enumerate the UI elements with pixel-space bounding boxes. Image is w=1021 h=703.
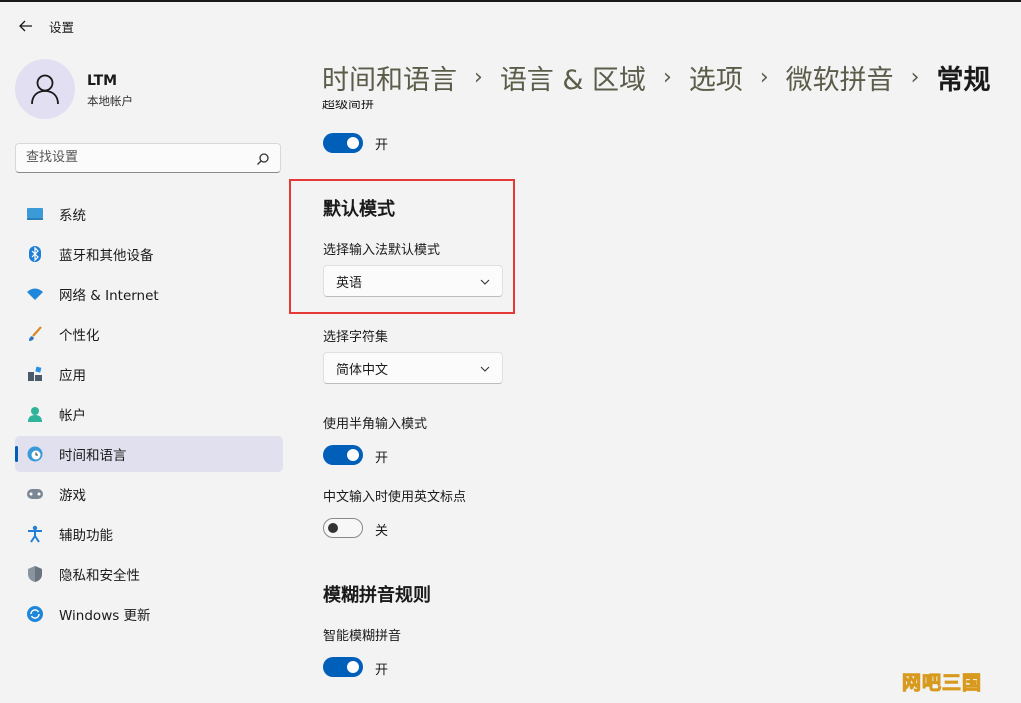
sidebar-item-label: 辅助功能 — [59, 528, 113, 544]
clipped-setting-text: 超级简拼 — [322, 100, 375, 112]
sidebar-item-privacy[interactable]: 隐私和安全性 — [15, 556, 283, 592]
apps-icon — [25, 364, 45, 384]
sidebar-item-label: 蓝牙和其他设备 — [59, 248, 154, 264]
avatar[interactable] — [15, 59, 75, 119]
system-icon — [25, 204, 45, 224]
smart-fuzzy-toggle[interactable] — [323, 657, 363, 677]
sidebar-item-label: 应用 — [59, 368, 86, 384]
app-title: 设置 — [49, 19, 75, 35]
sidebar-item-windows-update[interactable]: Windows 更新 — [15, 596, 283, 632]
smart-fuzzy-label: 智能模糊拼音 — [323, 629, 402, 644]
half-width-label: 使用半角输入模式 — [323, 417, 428, 432]
back-arrow-icon[interactable] — [16, 16, 36, 36]
superjianpin-state: 开 — [375, 138, 389, 153]
sidebar-item-system[interactable]: 系统 — [15, 196, 283, 232]
sidebar-item-label: Windows 更新 — [59, 608, 151, 624]
sidebar-item-bluetooth[interactable]: 蓝牙和其他设备 — [15, 236, 283, 272]
sidebar-item-label: 帐户 — [59, 408, 86, 424]
superjianpin-toggle[interactable] — [323, 133, 363, 153]
shield-icon — [25, 564, 45, 584]
sidebar-item-network[interactable]: 网络 & Internet — [15, 276, 283, 312]
highlight-box — [289, 179, 515, 314]
watermark-logo: 网吧三国 — [901, 672, 983, 695]
breadcrumb-item[interactable]: 语言 & 区域 — [500, 58, 646, 97]
search-box[interactable] — [15, 143, 281, 173]
breadcrumb-separator: › — [474, 65, 483, 90]
chevron-down-icon — [480, 361, 490, 376]
sidebar-item-label: 时间和语言 — [59, 448, 127, 464]
charset-dropdown[interactable]: 简体中文 — [323, 352, 503, 384]
user-name: LTM — [87, 73, 118, 89]
sidebar-nav: 系统 蓝牙和其他设备 网络 & Internet 个性化 应用 帐户 时间和语言… — [15, 196, 283, 636]
breadcrumb-item[interactable]: 微软拼音 — [786, 58, 894, 97]
sidebar-item-accounts[interactable]: 帐户 — [15, 396, 283, 432]
sidebar-item-gaming[interactable]: 游戏 — [15, 476, 283, 512]
breadcrumb: 时间和语言 › 语言 & 区域 › 选项 › 微软拼音 › 常规 — [322, 58, 990, 97]
sidebar-item-personalization[interactable]: 个性化 — [15, 316, 283, 352]
gamepad-icon — [25, 484, 45, 504]
brush-icon — [25, 324, 45, 344]
breadcrumb-separator: › — [759, 65, 769, 90]
window-top-border — [0, 0, 1021, 2]
sidebar-item-label: 游戏 — [59, 488, 86, 504]
sidebar-item-label: 个性化 — [59, 328, 100, 344]
bluetooth-icon — [25, 244, 45, 264]
half-width-state: 开 — [375, 451, 389, 466]
breadcrumb-item[interactable]: 时间和语言 — [322, 58, 457, 97]
sidebar-item-label: 系统 — [59, 208, 86, 224]
english-punct-toggle[interactable] — [323, 518, 363, 538]
sidebar-item-label: 网络 & Internet — [59, 288, 159, 304]
breadcrumb-item[interactable]: 选项 — [689, 58, 743, 97]
sidebar-item-accessibility[interactable]: 辅助功能 — [15, 516, 283, 552]
smart-fuzzy-state: 开 — [375, 663, 389, 678]
fuzzy-pinyin-title: 模糊拼音规则 — [323, 585, 431, 606]
breadcrumb-separator: › — [910, 65, 920, 90]
search-icon[interactable] — [256, 151, 270, 170]
user-icon — [31, 74, 59, 105]
app-titlebar: 设置 — [16, 16, 74, 36]
half-width-toggle[interactable] — [323, 445, 363, 465]
sidebar-item-label: 隐私和安全性 — [59, 568, 140, 584]
user-account-type: 本地帐户 — [87, 94, 133, 108]
breadcrumb-separator: › — [663, 65, 672, 90]
charset-label: 选择字符集 — [323, 330, 389, 345]
account-icon — [25, 404, 45, 424]
english-punct-label: 中文输入时使用英文标点 — [323, 490, 467, 505]
charset-value: 简体中文 — [336, 362, 389, 378]
wifi-icon — [25, 284, 45, 304]
clipped-setting-label: 超级简拼 — [322, 100, 374, 112]
english-punct-state: 关 — [375, 524, 389, 539]
sidebar-item-apps[interactable]: 应用 — [15, 356, 283, 392]
windows-update-icon — [25, 604, 45, 624]
search-input[interactable] — [16, 144, 246, 170]
breadcrumb-current: 常规 — [936, 65, 991, 96]
sidebar-item-time-language[interactable]: 时间和语言 — [15, 436, 283, 472]
accessibility-icon — [25, 524, 45, 544]
time-language-icon — [25, 444, 45, 464]
